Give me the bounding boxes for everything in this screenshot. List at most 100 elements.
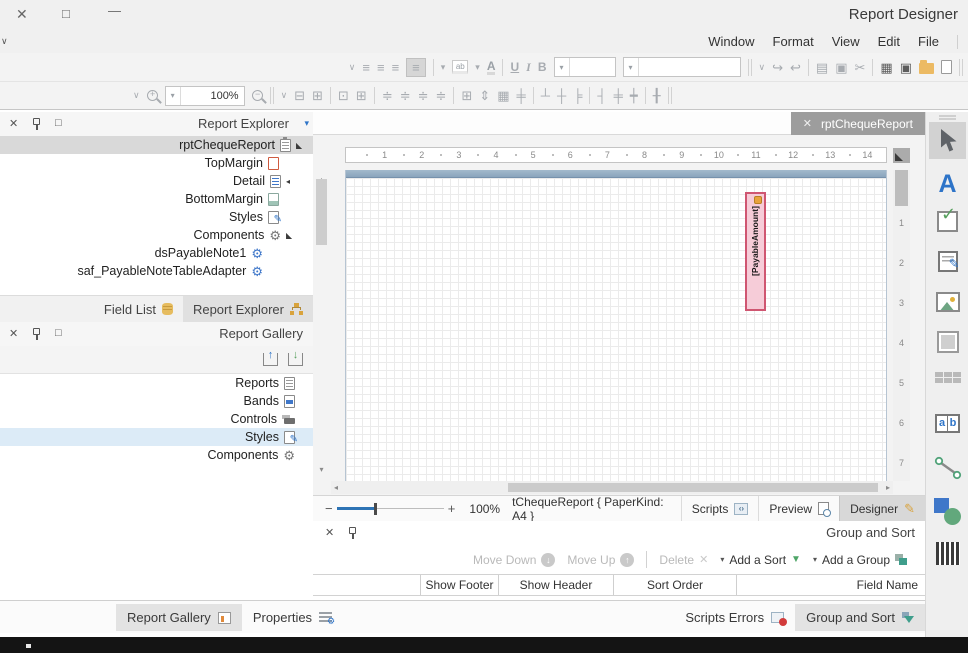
toolbar-overflow-chevron-icon[interactable]: ∨ xyxy=(1,36,8,47)
size-tool-icon[interactable]: ⊞ xyxy=(461,89,472,102)
spacing-tool-icon[interactable]: ┤ xyxy=(597,89,606,102)
document-tab[interactable]: ✕ rptChequeReport xyxy=(791,112,925,135)
bring-to-front-icon[interactable]: ⊞ xyxy=(312,89,323,102)
copy-icon[interactable]: ▣ xyxy=(835,61,847,74)
save-all-icon[interactable]: ▦ xyxy=(880,61,892,74)
center-horizontally-icon[interactable]: ⊡ xyxy=(338,89,349,102)
bold-icon[interactable]: B xyxy=(538,61,547,73)
cut-icon[interactable]: ✂ xyxy=(855,61,866,74)
menu-window[interactable]: Window xyxy=(708,34,754,49)
toolbar-chevron-icon[interactable]: ∨ xyxy=(133,91,140,100)
size-tool-icon[interactable]: ▦ xyxy=(497,89,509,102)
tree-item-dataset[interactable]: dsPayableNote1 ⚙ xyxy=(0,244,313,262)
align-left-icon[interactable]: ≡ xyxy=(406,58,426,77)
pin-panel-icon[interactable] xyxy=(33,328,40,335)
selected-field-label[interactable]: [PayableAmount] xyxy=(745,192,766,311)
font-name-combo[interactable]: ▾ xyxy=(623,57,741,77)
toolbar-chevron-icon[interactable]: ∨ xyxy=(759,63,766,72)
scroll-left-icon[interactable]: ◂ xyxy=(334,483,338,492)
font-size-combo[interactable]: ▾ xyxy=(554,57,616,77)
maximize-panel-icon[interactable]: □ xyxy=(55,117,62,129)
redo-icon[interactable]: ↪ xyxy=(772,61,783,74)
column-header-show-footer[interactable]: Show Footer xyxy=(420,575,498,595)
gallery-item-reports[interactable]: Reports xyxy=(0,374,313,392)
align-tool-icon[interactable]: ┼ xyxy=(557,89,566,102)
tree-item-components[interactable]: Components ⚙ ◣ xyxy=(0,226,313,244)
import-template-icon[interactable]: ↓ xyxy=(288,353,303,366)
zoom-out-icon[interactable]: − xyxy=(252,90,263,101)
align-tool-icon[interactable]: ┴ xyxy=(541,89,550,102)
close-window-icon[interactable]: ✕ xyxy=(16,6,28,23)
paste-icon[interactable]: ▤ xyxy=(816,61,828,74)
maximize-panel-icon[interactable]: □ xyxy=(55,327,62,339)
scrollbar-thumb[interactable] xyxy=(316,179,327,245)
zoom-minus-icon[interactable]: − xyxy=(325,501,333,516)
scroll-right-icon[interactable]: ▸ xyxy=(886,483,890,492)
close-panel-icon[interactable]: ✕ xyxy=(9,117,18,130)
report-page[interactable]: [PayableAmount] xyxy=(345,170,887,481)
tab-preview[interactable]: Preview xyxy=(758,496,839,521)
center-vertically-icon[interactable]: ⊞ xyxy=(356,89,367,102)
scroll-down-icon[interactable]: ▾ xyxy=(313,465,330,474)
label-tool[interactable]: A xyxy=(926,170,968,199)
spacing-tool-icon[interactable]: ┿ xyxy=(630,89,638,102)
close-document-icon[interactable]: ✕ xyxy=(803,117,812,130)
band-separator[interactable] xyxy=(346,170,886,178)
toolbox-drag-handle-icon[interactable] xyxy=(939,115,956,120)
tab-designer[interactable]: Designer ✎ xyxy=(839,496,925,521)
gallery-item-components[interactable]: Components ⚙ xyxy=(0,446,313,464)
highlight-dropdown-icon[interactable]: ▾ xyxy=(441,63,446,72)
pin-panel-icon[interactable] xyxy=(349,527,356,534)
tab-scripts[interactable]: Scripts ‹› xyxy=(681,496,759,521)
expander-open-icon[interactable]: ◣ xyxy=(296,141,305,150)
gallery-item-controls[interactable]: Controls xyxy=(0,410,313,428)
underline-icon[interactable]: U xyxy=(510,61,519,73)
add-group-button[interactable]: ▾ Add a Group xyxy=(813,553,907,567)
tree-item-tableadapter[interactable]: saf_PayableNoteTableAdapter ⚙ xyxy=(0,262,313,280)
toolbar-chevron-icon[interactable]: ∨ xyxy=(349,63,356,72)
undo-icon[interactable]: ↩ xyxy=(790,61,801,74)
zoom-slider[interactable] xyxy=(337,502,444,516)
dropdown-icon[interactable]: ▾ xyxy=(720,555,724,564)
tree-item-detail[interactable]: Detail ◂ xyxy=(0,172,313,190)
size-tool-icon[interactable]: ╪ xyxy=(517,89,526,102)
font-color-dropdown-icon[interactable]: ▾ xyxy=(475,63,480,72)
tab-report-gallery[interactable]: Report Gallery xyxy=(116,604,242,631)
move-up-button[interactable]: Move Up ↑ xyxy=(567,553,634,567)
chevron-down-icon[interactable]: ▾ xyxy=(624,58,639,76)
close-panel-icon[interactable]: ✕ xyxy=(9,327,18,340)
align-right-icon[interactable]: ≡ xyxy=(392,61,400,74)
layout-tool-icon[interactable]: ≑ xyxy=(418,89,429,102)
tab-properties[interactable]: Properties ⚙ xyxy=(242,604,343,631)
tab-scripts-errors[interactable]: Scripts Errors xyxy=(674,604,795,631)
tree-item-bottommargin[interactable]: BottomMargin xyxy=(0,190,313,208)
move-down-button[interactable]: Move Down ↓ xyxy=(473,553,555,567)
italic-icon[interactable]: I xyxy=(526,61,531,73)
align-justify-icon[interactable]: ≡ xyxy=(362,61,370,74)
font-color-icon[interactable]: A xyxy=(487,60,496,75)
zoom-plus-icon[interactable]: + xyxy=(448,501,456,516)
toolbar-chevron-icon[interactable]: ∨ xyxy=(281,91,288,100)
menu-format[interactable]: Format xyxy=(773,34,814,49)
table-tool[interactable] xyxy=(926,372,968,391)
zoom-slider-thumb[interactable] xyxy=(374,503,377,515)
column-header-field-name[interactable]: Field Name xyxy=(736,575,925,595)
gallery-item-styles[interactable]: Styles ✎ xyxy=(0,428,313,446)
chevron-down-icon[interactable]: ▾ xyxy=(555,58,570,76)
highlight-color-icon[interactable]: ab xyxy=(452,60,468,74)
vertical-scrollbar[interactable]: ▴ ▾ xyxy=(313,135,330,493)
expander-open-icon[interactable]: ◣ xyxy=(286,231,295,240)
new-document-icon[interactable] xyxy=(941,60,952,74)
dropdown-icon[interactable]: ▾ xyxy=(813,555,817,564)
scrollbar-thumb[interactable] xyxy=(508,483,878,492)
delete-button[interactable]: Delete ✕ xyxy=(659,553,708,567)
pin-panel-icon[interactable] xyxy=(33,118,40,125)
pointer-tool[interactable] xyxy=(929,122,966,159)
spacing-tool-icon[interactable]: ╪ xyxy=(614,89,623,102)
picture-box-tool[interactable] xyxy=(926,292,968,312)
tree-item-topmargin[interactable]: TopMargin xyxy=(0,154,313,172)
zoom-level-combo[interactable]: ▾100% xyxy=(165,86,245,106)
panel-dropdown-icon[interactable]: ▾ xyxy=(304,118,309,129)
size-tool-icon[interactable]: ⇕ xyxy=(479,89,490,102)
layout-tool-icon[interactable]: ≑ xyxy=(382,89,393,102)
